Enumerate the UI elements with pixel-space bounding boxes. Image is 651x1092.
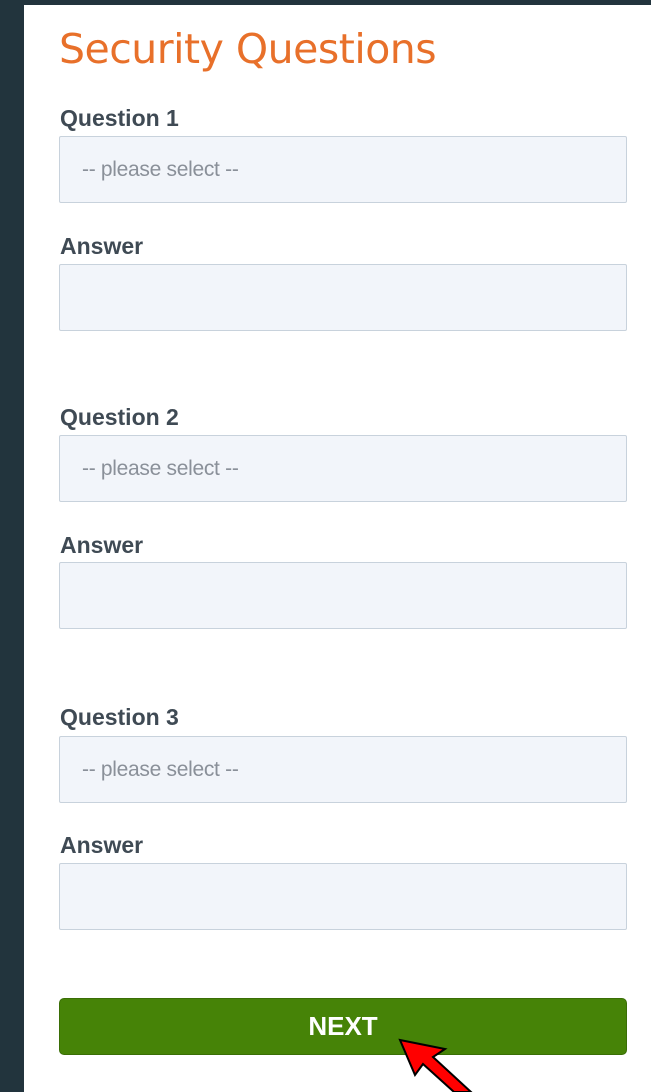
page-title: Security Questions [59, 25, 437, 73]
question-1-label: Question 1 [60, 105, 179, 131]
answer-3-input[interactable] [59, 863, 627, 930]
question-3-label: Question 3 [60, 704, 179, 730]
answer-2-label: Answer [60, 532, 144, 558]
question-2-label: Question 2 [60, 404, 179, 430]
question-2-select[interactable]: -- please select -- [59, 435, 627, 502]
question-3-select[interactable]: -- please select -- [59, 736, 627, 803]
answer-1-label: Answer [60, 233, 144, 259]
next-button[interactable]: NEXT [59, 998, 627, 1055]
question-1-select-value: -- please select -- [82, 157, 239, 181]
answer-2-input[interactable] [59, 562, 627, 629]
question-3-select-value: -- please select -- [82, 757, 239, 781]
question-2-select-value: -- please select -- [82, 456, 239, 480]
question-1-select[interactable]: -- please select -- [59, 136, 627, 203]
security-questions-panel: Security Questions Question 1 -- please … [24, 5, 651, 1092]
answer-1-input[interactable] [59, 264, 627, 331]
answer-3-label: Answer [60, 832, 144, 858]
